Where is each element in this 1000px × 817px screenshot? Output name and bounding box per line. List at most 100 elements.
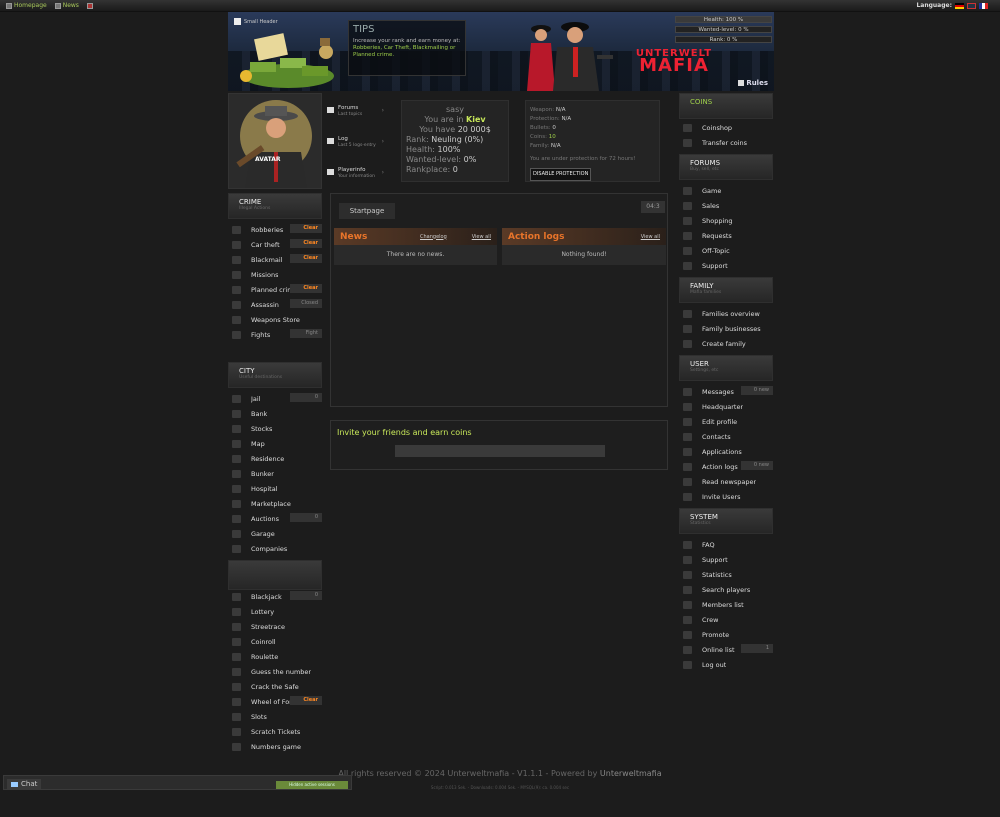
- crime-item-2[interactable]: Blackmail Clear: [228, 252, 328, 267]
- forums-item-5[interactable]: Support: [679, 258, 779, 273]
- family-item-2[interactable]: Create family: [679, 336, 779, 351]
- user-item-badge[interactable]: 0 new: [741, 386, 773, 395]
- casino-item-6[interactable]: Crack the Safe: [228, 679, 328, 694]
- crime-item-4[interactable]: Planned crimeClear: [228, 282, 328, 297]
- casino-item-9[interactable]: Scratch Tickets: [228, 724, 328, 739]
- family-item-0[interactable]: Families overview: [679, 306, 779, 321]
- user-item-3[interactable]: Contacts: [679, 429, 779, 444]
- casino-item-7[interactable]: Wheel of FortuneClear: [228, 694, 328, 709]
- user-item-5[interactable]: Action logs 0 new: [679, 459, 779, 474]
- forums-item-2[interactable]: Shopping: [679, 213, 779, 228]
- system-item-1[interactable]: Support: [679, 552, 779, 567]
- city-item-2[interactable]: Stocks: [228, 421, 328, 436]
- casino-item-4[interactable]: Roulette: [228, 649, 328, 664]
- footer-brand-link[interactable]: Unterweltmafia: [600, 769, 662, 778]
- city-item-7[interactable]: Marketplace: [228, 496, 328, 511]
- casino-item-10[interactable]: Numbers game: [228, 739, 328, 754]
- city-item-3[interactable]: Map: [228, 436, 328, 451]
- casino-item-badge[interactable]: 0: [290, 591, 322, 600]
- changelog-link[interactable]: Changelog: [420, 234, 447, 240]
- family-item-1[interactable]: Family businesses: [679, 321, 779, 336]
- casino-item-0[interactable]: Blackjack 0: [228, 589, 328, 604]
- crime-item-5[interactable]: Assassin Closed: [228, 297, 328, 312]
- city-item-4[interactable]: Residence: [228, 451, 328, 466]
- tips-links[interactable]: Robberies, Car Theft, Blackmailing or Pl…: [353, 45, 455, 58]
- system-item-6[interactable]: Promote: [679, 627, 779, 642]
- homepage-link[interactable]: Homepage: [6, 2, 47, 9]
- casino-item-3[interactable]: Coinroll: [228, 634, 328, 649]
- invite-link-field[interactable]: [395, 445, 605, 457]
- unterwelt-mafia-logo[interactable]: UNTERWELT MAFIA: [632, 48, 716, 88]
- user-item-badge[interactable]: 0 new: [741, 461, 773, 470]
- system-item-5[interactable]: Crew: [679, 612, 779, 627]
- casino-item-8[interactable]: Slots: [228, 709, 328, 724]
- system-item-8[interactable]: Log out: [679, 657, 779, 672]
- casino-item-badge[interactable]: Clear: [290, 696, 322, 705]
- system-item-2[interactable]: Statistics: [679, 567, 779, 582]
- user-item-2[interactable]: Edit profile: [679, 414, 779, 429]
- city-item-badge[interactable]: 0: [290, 513, 322, 522]
- chat-button[interactable]: Chat: [7, 779, 42, 789]
- system-item-0[interactable]: FAQ: [679, 537, 779, 552]
- crime-item-badge[interactable]: Fight: [290, 329, 322, 338]
- city-item-9[interactable]: Garage: [228, 526, 328, 541]
- system-item-7[interactable]: Online list 1: [679, 642, 779, 657]
- english-flag-icon[interactable]: [967, 2, 976, 9]
- french-flag-icon[interactable]: [979, 2, 988, 9]
- coins-item-0[interactable]: Coinshop: [679, 120, 779, 135]
- system-item-icon: [683, 630, 692, 639]
- quicklink-playerinfo[interactable]: Playerinfo Your information ›: [327, 157, 392, 188]
- forums-item-label: Game: [702, 186, 722, 195]
- coins-item-1[interactable]: Transfer coins: [679, 135, 779, 150]
- crime-item-6[interactable]: Weapons Store: [228, 312, 328, 327]
- crime-item-badge[interactable]: Clear: [290, 239, 322, 248]
- system-item-badge[interactable]: 1: [741, 644, 773, 653]
- city-item-5[interactable]: Bunker: [228, 466, 328, 481]
- user-item-7[interactable]: Invite Users: [679, 489, 779, 504]
- crime-item-0[interactable]: Robberies Clear: [228, 222, 328, 237]
- casino-item-1[interactable]: Lottery: [228, 604, 328, 619]
- news-view-all-link[interactable]: View all: [472, 234, 491, 240]
- city-item-badge[interactable]: 0: [290, 393, 322, 402]
- city-item-0[interactable]: Jail 0: [228, 391, 328, 406]
- system-item-3[interactable]: Search players: [679, 582, 779, 597]
- disable-protection-button[interactable]: DISABLE PROTECTION: [530, 168, 592, 181]
- chat-status-badge[interactable]: Hidden active sessions: [276, 781, 348, 789]
- quicklink-forums[interactable]: Forums Last topics ›: [327, 95, 392, 126]
- forums-item-1[interactable]: Sales: [679, 198, 779, 213]
- user-item-0[interactable]: Messages 0 new: [679, 384, 779, 399]
- crime-item-badge[interactable]: Clear: [290, 284, 322, 293]
- forums-item-0[interactable]: Game: [679, 183, 779, 198]
- action-logs-view-all-link[interactable]: View all: [641, 234, 660, 240]
- forums-item-icon: [683, 261, 692, 270]
- extra-link[interactable]: [86, 2, 93, 9]
- crime-item-7[interactable]: Fights Fight: [228, 327, 328, 342]
- user-item-4[interactable]: Applications: [679, 444, 779, 459]
- crime-item-1[interactable]: Car theft Clear: [228, 237, 328, 252]
- user-item-1[interactable]: Headquarter: [679, 399, 779, 414]
- crime-item-3[interactable]: Missions: [228, 267, 328, 282]
- crime-item-badge[interactable]: Clear: [290, 224, 322, 233]
- avatar[interactable]: AVATAR: [228, 93, 322, 189]
- user-item-6[interactable]: Read newspaper: [679, 474, 779, 489]
- city-item-8[interactable]: Auctions 0: [228, 511, 328, 526]
- quicklink-log[interactable]: Log Last 5 logs-entry ›: [327, 126, 392, 157]
- forums-item-icon: [683, 216, 692, 225]
- city-item-6[interactable]: Hospital: [228, 481, 328, 496]
- tips-box: TIPS Increase your rank and earn money a…: [348, 20, 466, 76]
- tab-startpage[interactable]: Startpage: [339, 203, 395, 219]
- crime-item-badge[interactable]: Closed: [290, 299, 322, 308]
- forums-item-4[interactable]: Off-Topic: [679, 243, 779, 258]
- rules-link[interactable]: Rules: [738, 79, 768, 87]
- casino-item-2[interactable]: Streetrace: [228, 619, 328, 634]
- small-header-checkbox[interactable]: [234, 18, 241, 25]
- city-item-1[interactable]: Bank: [228, 406, 328, 421]
- city-item-10[interactable]: Companies: [228, 541, 328, 556]
- casino-item-5[interactable]: Guess the number: [228, 664, 328, 679]
- crime-item-badge[interactable]: Clear: [290, 254, 322, 263]
- small-header-toggle[interactable]: Small Header: [234, 18, 278, 25]
- system-item-4[interactable]: Members list: [679, 597, 779, 612]
- forums-item-3[interactable]: Requests: [679, 228, 779, 243]
- german-flag-icon[interactable]: [955, 2, 964, 9]
- news-link[interactable]: News: [54, 2, 79, 9]
